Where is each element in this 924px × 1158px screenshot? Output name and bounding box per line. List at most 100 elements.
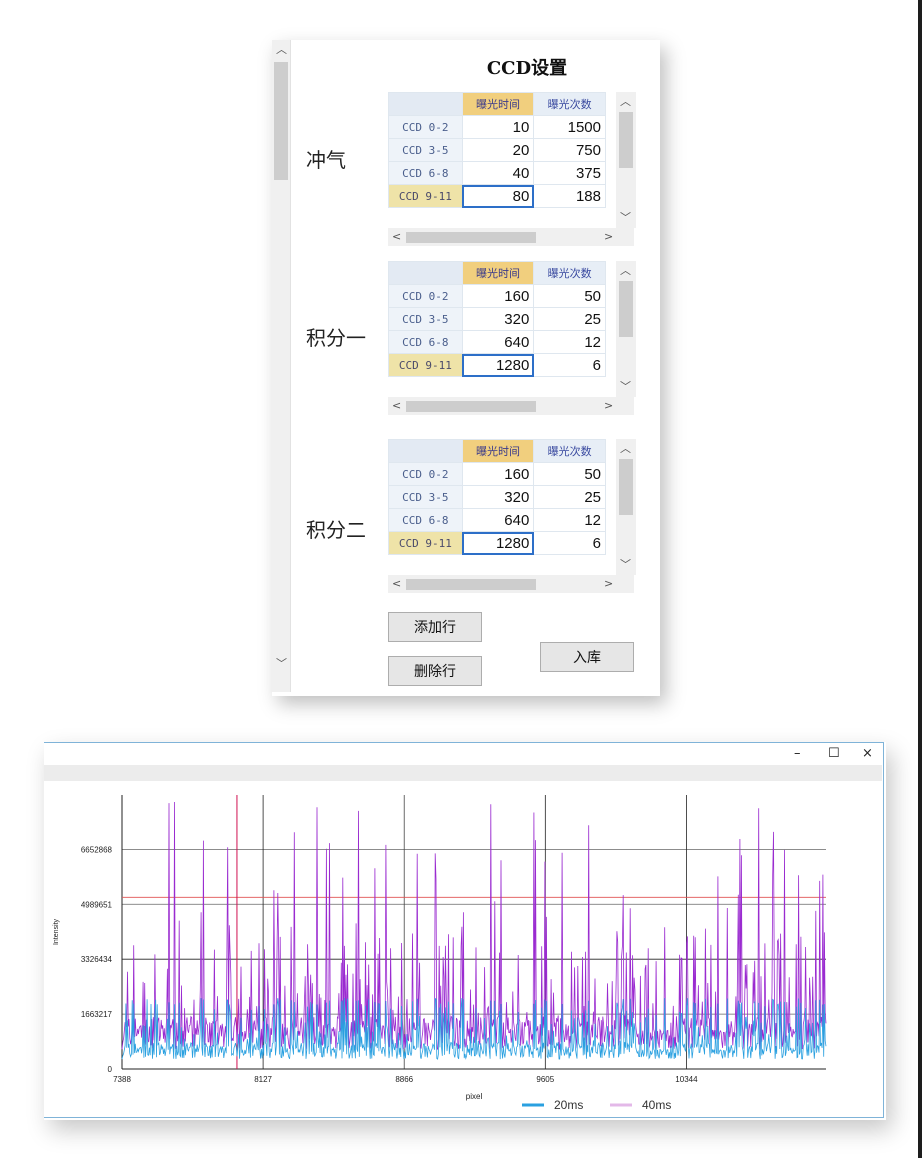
exposure-time-cell[interactable]: 10 <box>461 115 535 139</box>
grid-hscroll-thumb[interactable] <box>406 579 536 590</box>
row-header-ccd[interactable]: CCD 6-8 <box>388 161 463 185</box>
grid-vertical-scrollbar[interactable]: ︿ ﹀ <box>616 261 636 397</box>
close-icon[interactable]: × <box>862 746 873 761</box>
exposure-time-cell[interactable]: 80 <box>461 184 535 208</box>
exposure-count-cell[interactable]: 12 <box>533 330 606 354</box>
table-row[interactable]: CCD 0-2 160 50 <box>388 462 606 486</box>
exposure-count-cell[interactable]: 188 <box>533 184 606 208</box>
row-header-ccd[interactable]: CCD 6-8 <box>388 330 463 354</box>
row-header-ccd[interactable]: CCD 9-11 <box>388 184 463 208</box>
column-header-exposure-time[interactable]: 曝光时间 <box>461 261 535 285</box>
exposure-time-cell[interactable]: 320 <box>461 307 535 331</box>
table-row[interactable]: CCD 9-11 1280 6 <box>388 531 606 555</box>
add-row-button[interactable]: 添加行 <box>388 612 482 642</box>
chevron-down-icon[interactable]: ﹀ <box>620 212 631 224</box>
table-row[interactable]: CCD 9-11 80 188 <box>388 184 606 208</box>
grid-vscroll-thumb[interactable] <box>619 112 633 168</box>
exposure-count-cell[interactable]: 6 <box>533 531 606 555</box>
column-header-exposure-count[interactable]: 曝光次数 <box>533 261 606 285</box>
chevron-up-icon[interactable]: ︿ <box>276 44 287 56</box>
grid-hscroll-thumb[interactable] <box>406 232 536 243</box>
exposure-count-cell[interactable]: 750 <box>533 138 606 162</box>
exposure-count-cell[interactable]: 1500 <box>533 115 606 139</box>
chevron-down-icon[interactable]: ﹀ <box>276 658 287 670</box>
chevron-up-icon[interactable]: ︿ <box>620 443 631 455</box>
chevron-up-icon[interactable]: ︿ <box>620 265 631 277</box>
table-row[interactable]: CCD 0-2 10 1500 <box>388 115 606 139</box>
exposure-time-cell[interactable]: 1280 <box>461 531 535 555</box>
grid-hscroll-thumb[interactable] <box>406 401 536 412</box>
exposure-count-cell[interactable]: 6 <box>533 353 606 377</box>
right-edge-bar <box>918 0 922 1158</box>
save-to-database-button[interactable]: 入库 <box>540 642 634 672</box>
exposure-time-cell[interactable]: 20 <box>461 138 535 162</box>
column-header-exposure-time[interactable]: 曝光时间 <box>461 92 535 116</box>
table-row[interactable]: CCD 9-11 1280 6 <box>388 353 606 377</box>
chevron-right-icon[interactable]: > <box>604 231 613 243</box>
maximize-icon[interactable]: ☐ <box>828 746 840 761</box>
row-header-ccd[interactable]: CCD 3-5 <box>388 138 463 162</box>
chevron-left-icon[interactable]: < <box>392 400 401 412</box>
row-header-ccd[interactable]: CCD 6-8 <box>388 508 463 532</box>
table-row[interactable]: CCD 3-5 320 25 <box>388 485 606 509</box>
exposure-time-cell[interactable]: 640 <box>461 330 535 354</box>
row-header-ccd[interactable]: CCD 9-11 <box>388 531 463 555</box>
spectrum-window: – ☐ × 0 1663217 3326434 4989651 6652868 7388 8… <box>44 742 884 1118</box>
select-all-corner[interactable] <box>388 439 463 463</box>
table-row[interactable]: CCD 0-2 160 50 <box>388 284 606 308</box>
exposure-time-cell[interactable]: 1280 <box>461 353 535 377</box>
column-header-exposure-time[interactable]: 曝光时间 <box>461 439 535 463</box>
legend-label: 20ms <box>554 1098 583 1112</box>
panel-vertical-scrollbar[interactable]: ︿ ﹀ <box>272 40 291 692</box>
row-header-ccd[interactable]: CCD 3-5 <box>388 485 463 509</box>
exposure-table: 曝光时间 曝光次数 CCD 0-2 10 1500 CCD 3-5 20 750 CCD 6… <box>388 92 606 208</box>
exposure-time-cell[interactable]: 640 <box>461 508 535 532</box>
exposure-count-cell[interactable]: 50 <box>533 462 606 486</box>
table-row[interactable]: CCD 3-5 320 25 <box>388 307 606 331</box>
chevron-right-icon[interactable]: > <box>604 400 613 412</box>
exposure-count-cell[interactable]: 25 <box>533 307 606 331</box>
grid-horizontal-scrollbar[interactable]: < > <box>388 397 634 415</box>
row-header-ccd[interactable]: CCD 9-11 <box>388 353 463 377</box>
grid-vertical-scrollbar[interactable]: ︿ ﹀ <box>616 439 636 575</box>
chevron-down-icon[interactable]: ﹀ <box>620 381 631 393</box>
exposure-table: 曝光时间 曝光次数 CCD 0-2 160 50 CCD 3-5 320 25 CCD 6-… <box>388 439 606 555</box>
table-row[interactable]: CCD 3-5 20 750 <box>388 138 606 162</box>
chevron-up-icon[interactable]: ︿ <box>620 96 631 108</box>
row-header-ccd[interactable]: CCD 0-2 <box>388 115 463 139</box>
chevron-left-icon[interactable]: < <box>392 578 401 590</box>
panel-scroll-thumb[interactable] <box>274 62 288 180</box>
grid-horizontal-scrollbar[interactable]: < > <box>388 575 634 593</box>
table-header-row: 曝光时间 曝光次数 <box>388 92 606 116</box>
y-tick-label: 6652868 <box>81 845 113 854</box>
grid-vertical-scrollbar[interactable]: ︿ ﹀ <box>616 92 636 228</box>
exposure-count-cell[interactable]: 50 <box>533 284 606 308</box>
exposure-count-cell[interactable]: 375 <box>533 161 606 185</box>
exposure-time-cell[interactable]: 320 <box>461 485 535 509</box>
table-header-row: 曝光时间 曝光次数 <box>388 261 606 285</box>
column-header-exposure-count[interactable]: 曝光次数 <box>533 439 606 463</box>
exposure-time-cell[interactable]: 160 <box>461 462 535 486</box>
chevron-left-icon[interactable]: < <box>392 231 401 243</box>
table-row[interactable]: CCD 6-8 40 375 <box>388 161 606 185</box>
row-header-ccd[interactable]: CCD 3-5 <box>388 307 463 331</box>
exposure-count-cell[interactable]: 12 <box>533 508 606 532</box>
exposure-time-cell[interactable]: 160 <box>461 284 535 308</box>
y-tick-label: 3326434 <box>81 955 113 964</box>
grid-vscroll-thumb[interactable] <box>619 281 633 337</box>
grid-horizontal-scrollbar[interactable]: < > <box>388 228 634 246</box>
row-header-ccd[interactable]: CCD 0-2 <box>388 284 463 308</box>
exposure-time-cell[interactable]: 40 <box>461 161 535 185</box>
table-row[interactable]: CCD 6-8 640 12 <box>388 330 606 354</box>
chevron-down-icon[interactable]: ﹀ <box>620 559 631 571</box>
delete-row-button[interactable]: 删除行 <box>388 656 482 686</box>
minimize-icon[interactable]: – <box>794 746 801 761</box>
grid-vscroll-thumb[interactable] <box>619 459 633 515</box>
column-header-exposure-count[interactable]: 曝光次数 <box>533 92 606 116</box>
select-all-corner[interactable] <box>388 261 463 285</box>
table-row[interactable]: CCD 6-8 640 12 <box>388 508 606 532</box>
chevron-right-icon[interactable]: > <box>604 578 613 590</box>
select-all-corner[interactable] <box>388 92 463 116</box>
row-header-ccd[interactable]: CCD 0-2 <box>388 462 463 486</box>
exposure-count-cell[interactable]: 25 <box>533 485 606 509</box>
